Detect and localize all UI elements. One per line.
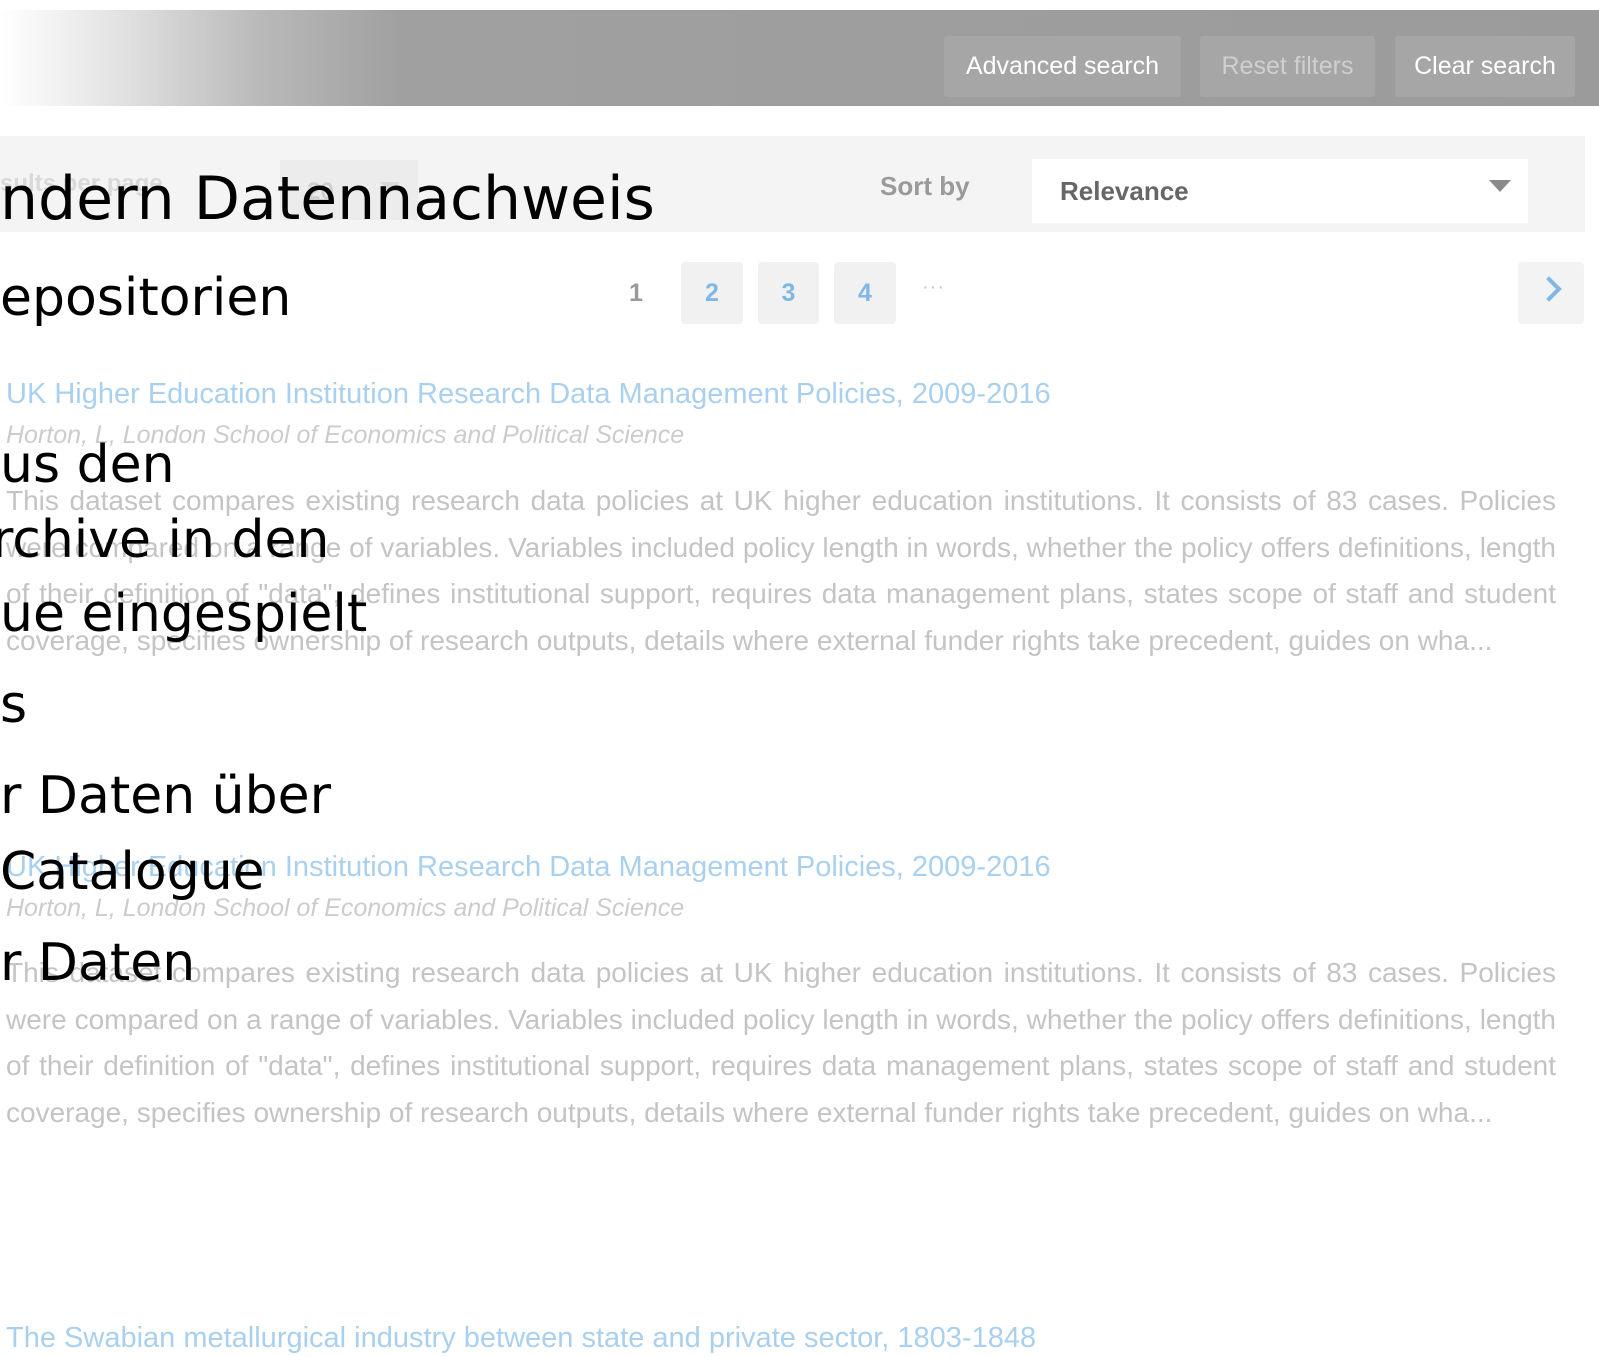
page-2-link[interactable]: 2 bbox=[681, 262, 743, 324]
overlay-text-line: r Daten bbox=[0, 933, 196, 993]
top-toolbar: Advanced search Reset filters Clear sear… bbox=[0, 10, 1599, 106]
advanced-search-button[interactable]: Advanced search bbox=[944, 36, 1181, 97]
reset-filters-button[interactable]: Reset filters bbox=[1200, 36, 1375, 97]
sort-by-value: Relevance bbox=[1060, 176, 1189, 206]
result-title-link[interactable]: UK Higher Education Institution Research… bbox=[6, 378, 1051, 411]
page-4-link[interactable]: 4 bbox=[834, 262, 896, 324]
sort-by-label: Sort by bbox=[880, 171, 970, 201]
overlay-text-line: s bbox=[0, 675, 28, 735]
page-3-link[interactable]: 3 bbox=[758, 262, 819, 324]
result-description: This dataset compares existing research … bbox=[6, 957, 1556, 1128]
overlay-text-line: Catalogue bbox=[0, 842, 265, 902]
page-1: 1 bbox=[629, 279, 643, 307]
overlay-text-line: ue eingespielt bbox=[0, 584, 368, 644]
pagination-ellipsis: ··· bbox=[922, 276, 945, 298]
overlay-heading: ndern Datennachweis bbox=[0, 164, 655, 234]
result-title-link[interactable]: The Swabian metallurgical industry betwe… bbox=[6, 1322, 1036, 1355]
overlay-text-line: epositorien bbox=[0, 268, 292, 328]
overlay-text-line: us den bbox=[0, 435, 175, 495]
overlay-text-line: r Daten über bbox=[0, 766, 332, 826]
overlay-text-line: rchive in den bbox=[0, 510, 330, 570]
clear-search-button[interactable]: Clear search bbox=[1395, 36, 1575, 97]
chevron-down-icon bbox=[1489, 180, 1511, 192]
